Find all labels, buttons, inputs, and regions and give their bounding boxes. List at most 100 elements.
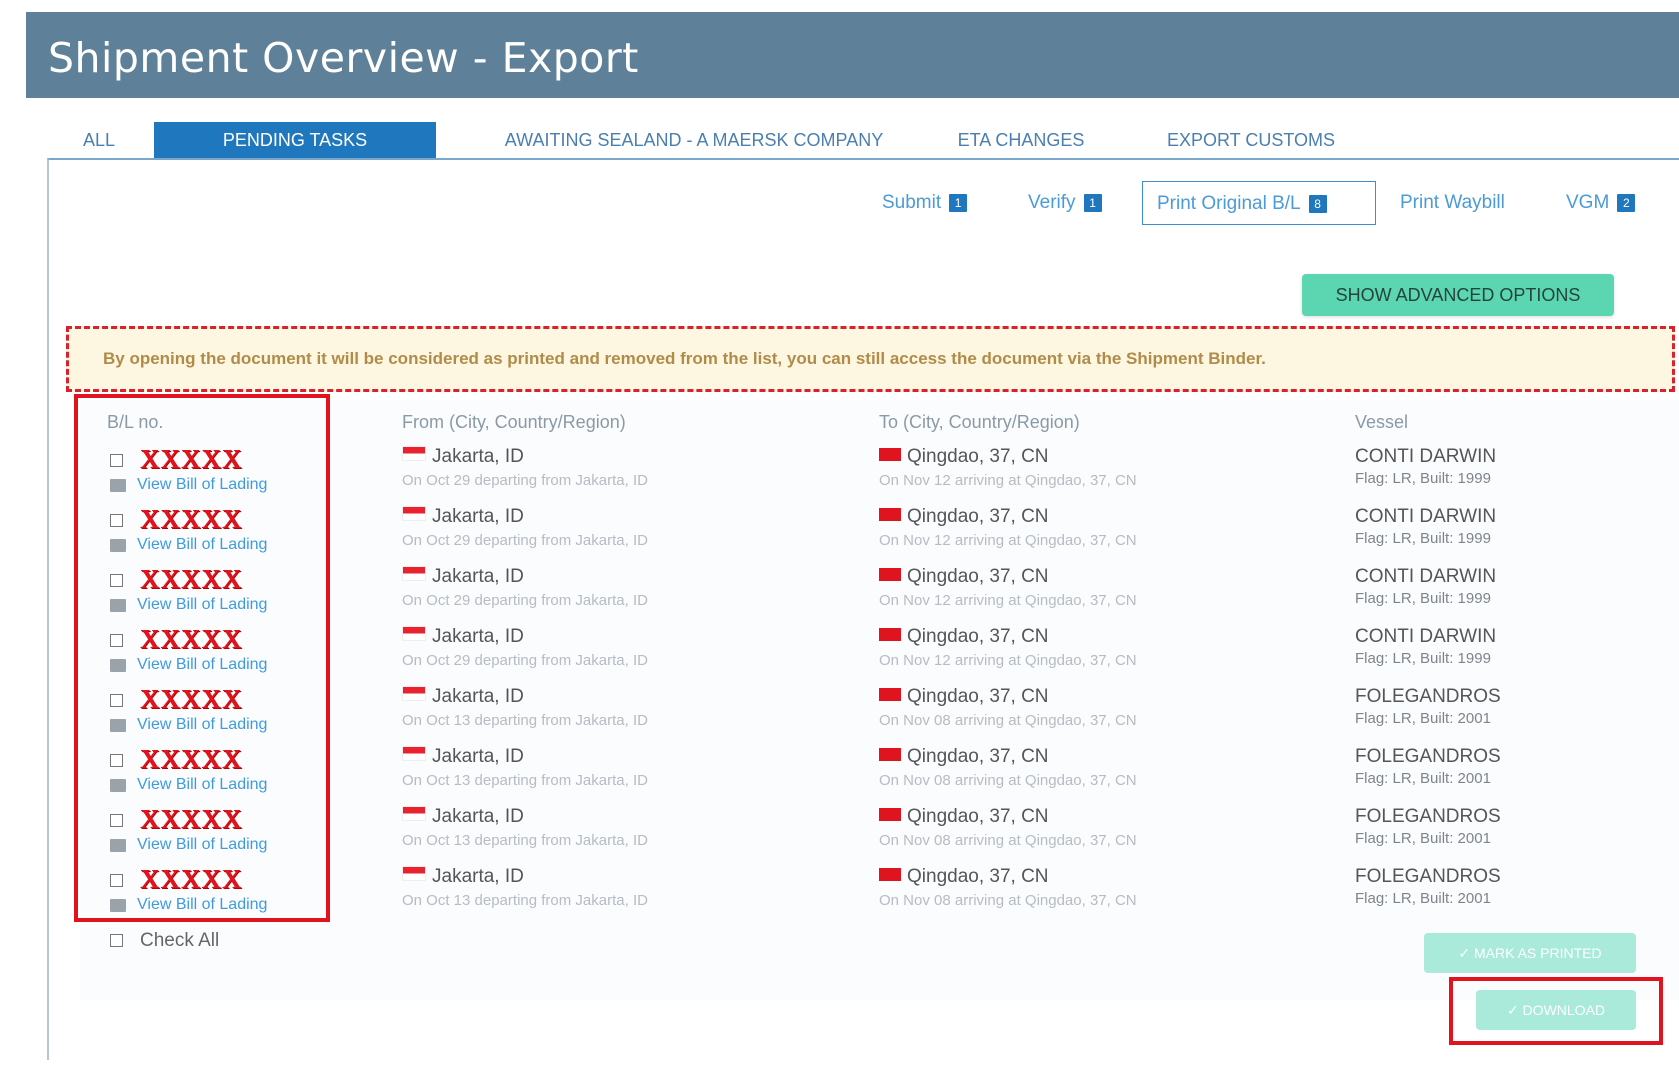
view-bill-of-lading-link[interactable]: View Bill of Lading <box>137 716 267 734</box>
table-row: XXXXX View Bill of Lading Jakarta, ID On Oc… <box>0 444 1679 504</box>
bl-number: XXXXX <box>140 804 243 834</box>
row-checkbox[interactable] <box>110 874 123 887</box>
origin-city: Jakarta, ID <box>402 446 524 468</box>
bl-number: XXXXX <box>140 504 243 534</box>
view-bill-of-lading-link[interactable]: View Bill of Lading <box>137 536 267 554</box>
row-checkbox[interactable] <box>110 634 123 647</box>
count-badge: 8 <box>1308 194 1327 213</box>
destination-label: Qingdao, 37, CN <box>907 806 1049 827</box>
arrival-info: On Nov 08 arriving at Qingdao, 37, CN <box>879 772 1137 789</box>
origin-label: Jakarta, ID <box>432 686 524 707</box>
indonesia-flag-icon <box>402 746 426 761</box>
mark-as-printed-button[interactable]: ✓ MARK AS PRINTED <box>1424 933 1636 973</box>
vessel-name: FOLEGANDROS <box>1355 866 1501 887</box>
document-icon <box>110 839 126 852</box>
tab-awaiting-sealand[interactable]: AWAITING SEALAND - A MAERSK COMPANY <box>466 122 922 158</box>
destination-city: Qingdao, 37, CN <box>879 626 1049 648</box>
subtab-label: Submit <box>882 192 942 213</box>
view-bill-of-lading-link[interactable]: View Bill of Lading <box>137 476 267 494</box>
vessel-flag-info: Flag: LR, Built: 1999 <box>1355 530 1491 547</box>
subtab-label: Print Waybill <box>1400 192 1505 213</box>
origin-city: Jakarta, ID <box>402 506 524 528</box>
document-icon <box>110 479 126 492</box>
view-bill-of-lading-link[interactable]: View Bill of Lading <box>137 656 267 674</box>
destination-city: Qingdao, 37, CN <box>879 446 1049 468</box>
subtab-print-original-bl[interactable]: Print Original B/L 8 <box>1142 181 1376 225</box>
china-flag-icon <box>879 448 901 461</box>
row-checkbox[interactable] <box>110 514 123 527</box>
column-header-vessel: Vessel <box>1355 412 1409 432</box>
bl-number: XXXXX <box>140 444 243 474</box>
destination-city: Qingdao, 37, CN <box>879 866 1049 888</box>
arrival-info: On Nov 12 arriving at Qingdao, 37, CN <box>879 652 1137 669</box>
indonesia-flag-icon <box>402 626 426 641</box>
destination-label: Qingdao, 37, CN <box>907 866 1049 887</box>
vessel-flag-info: Flag: LR, Built: 2001 <box>1355 710 1491 727</box>
vessel-flag-info: Flag: LR, Built: 1999 <box>1355 590 1491 607</box>
document-icon <box>110 659 126 672</box>
origin-city: Jakarta, ID <box>402 566 524 588</box>
row-checkbox[interactable] <box>110 454 123 467</box>
show-advanced-options-button[interactable]: SHOW ADVANCED OPTIONS <box>1302 274 1614 316</box>
china-flag-icon <box>879 868 901 881</box>
origin-city: Jakarta, ID <box>402 866 524 888</box>
subtab-label: Verify <box>1028 192 1076 213</box>
departure-info: On Oct 29 departing from Jakarta, ID <box>402 472 648 489</box>
table-row: XXXXX View Bill of Lading Jakarta, ID On Oc… <box>0 564 1679 624</box>
subtab-submit[interactable]: Submit 1 <box>882 181 968 225</box>
arrival-info: On Nov 08 arriving at Qingdao, 37, CN <box>879 832 1137 849</box>
tab-all[interactable]: ALL <box>72 122 126 158</box>
destination-label: Qingdao, 37, CN <box>907 446 1049 467</box>
row-checkbox[interactable] <box>110 574 123 587</box>
count-badge: 2 <box>1617 193 1636 212</box>
column-header-from: From (City, Country/Region) <box>402 412 626 432</box>
page-title: Shipment Overview - Export <box>48 34 639 82</box>
subtab-print-waybill[interactable]: Print Waybill <box>1400 181 1505 225</box>
bl-number: XXXXX <box>140 864 243 894</box>
destination-label: Qingdao, 37, CN <box>907 626 1049 647</box>
print-notice: By opening the document it will be consi… <box>66 326 1675 392</box>
tab-eta-changes[interactable]: ETA CHANGES <box>932 122 1110 158</box>
origin-city: Jakarta, ID <box>402 626 524 648</box>
indonesia-flag-icon <box>402 806 426 821</box>
departure-info: On Oct 29 departing from Jakarta, ID <box>402 592 648 609</box>
destination-label: Qingdao, 37, CN <box>907 686 1049 707</box>
view-bill-of-lading-link[interactable]: View Bill of Lading <box>137 596 267 614</box>
table-row: XXXXX View Bill of Lading Jakarta, ID On Oc… <box>0 504 1679 564</box>
row-checkbox[interactable] <box>110 814 123 827</box>
document-icon <box>110 779 126 792</box>
table-row: XXXXX View Bill of Lading Jakarta, ID On Oc… <box>0 744 1679 804</box>
check-all-checkbox[interactable] <box>110 934 123 947</box>
tab-export-customs[interactable]: EXPORT CUSTOMS <box>1144 122 1358 158</box>
view-bill-of-lading-link[interactable]: View Bill of Lading <box>137 776 267 794</box>
arrival-info: On Nov 12 arriving at Qingdao, 37, CN <box>879 532 1137 549</box>
china-flag-icon <box>879 808 901 821</box>
row-checkbox[interactable] <box>110 754 123 767</box>
arrival-info: On Nov 12 arriving at Qingdao, 37, CN <box>879 472 1137 489</box>
view-bill-of-lading-link[interactable]: View Bill of Lading <box>137 896 267 914</box>
check-all-label: Check All <box>140 930 220 951</box>
vessel-flag-info: Flag: LR, Built: 1999 <box>1355 470 1491 487</box>
departure-info: On Oct 13 departing from Jakarta, ID <box>402 832 648 849</box>
destination-label: Qingdao, 37, CN <box>907 506 1049 527</box>
indonesia-flag-icon <box>402 506 426 521</box>
destination-label: Qingdao, 37, CN <box>907 566 1049 587</box>
destination-label: Qingdao, 37, CN <box>907 746 1049 767</box>
subtab-vgm[interactable]: VGM 2 <box>1566 181 1636 225</box>
count-badge: 1 <box>1083 193 1102 212</box>
subtab-label: VGM <box>1566 192 1610 213</box>
destination-city: Qingdao, 37, CN <box>879 746 1049 768</box>
origin-label: Jakarta, ID <box>432 506 524 527</box>
download-button[interactable]: ✓ DOWNLOAD <box>1476 990 1636 1030</box>
vessel-name: FOLEGANDROS <box>1355 806 1501 827</box>
row-checkbox[interactable] <box>110 694 123 707</box>
tab-pending-tasks[interactable]: PENDING TASKS <box>154 122 436 158</box>
origin-label: Jakarta, ID <box>432 626 524 647</box>
vessel-name: CONTI DARWIN <box>1355 626 1497 647</box>
arrival-info: On Nov 12 arriving at Qingdao, 37, CN <box>879 592 1137 609</box>
view-bill-of-lading-link[interactable]: View Bill of Lading <box>137 836 267 854</box>
document-icon <box>110 899 126 912</box>
subtab-verify[interactable]: Verify 1 <box>1028 181 1102 225</box>
vessel-name: FOLEGANDROS <box>1355 746 1501 767</box>
destination-city: Qingdao, 37, CN <box>879 506 1049 528</box>
